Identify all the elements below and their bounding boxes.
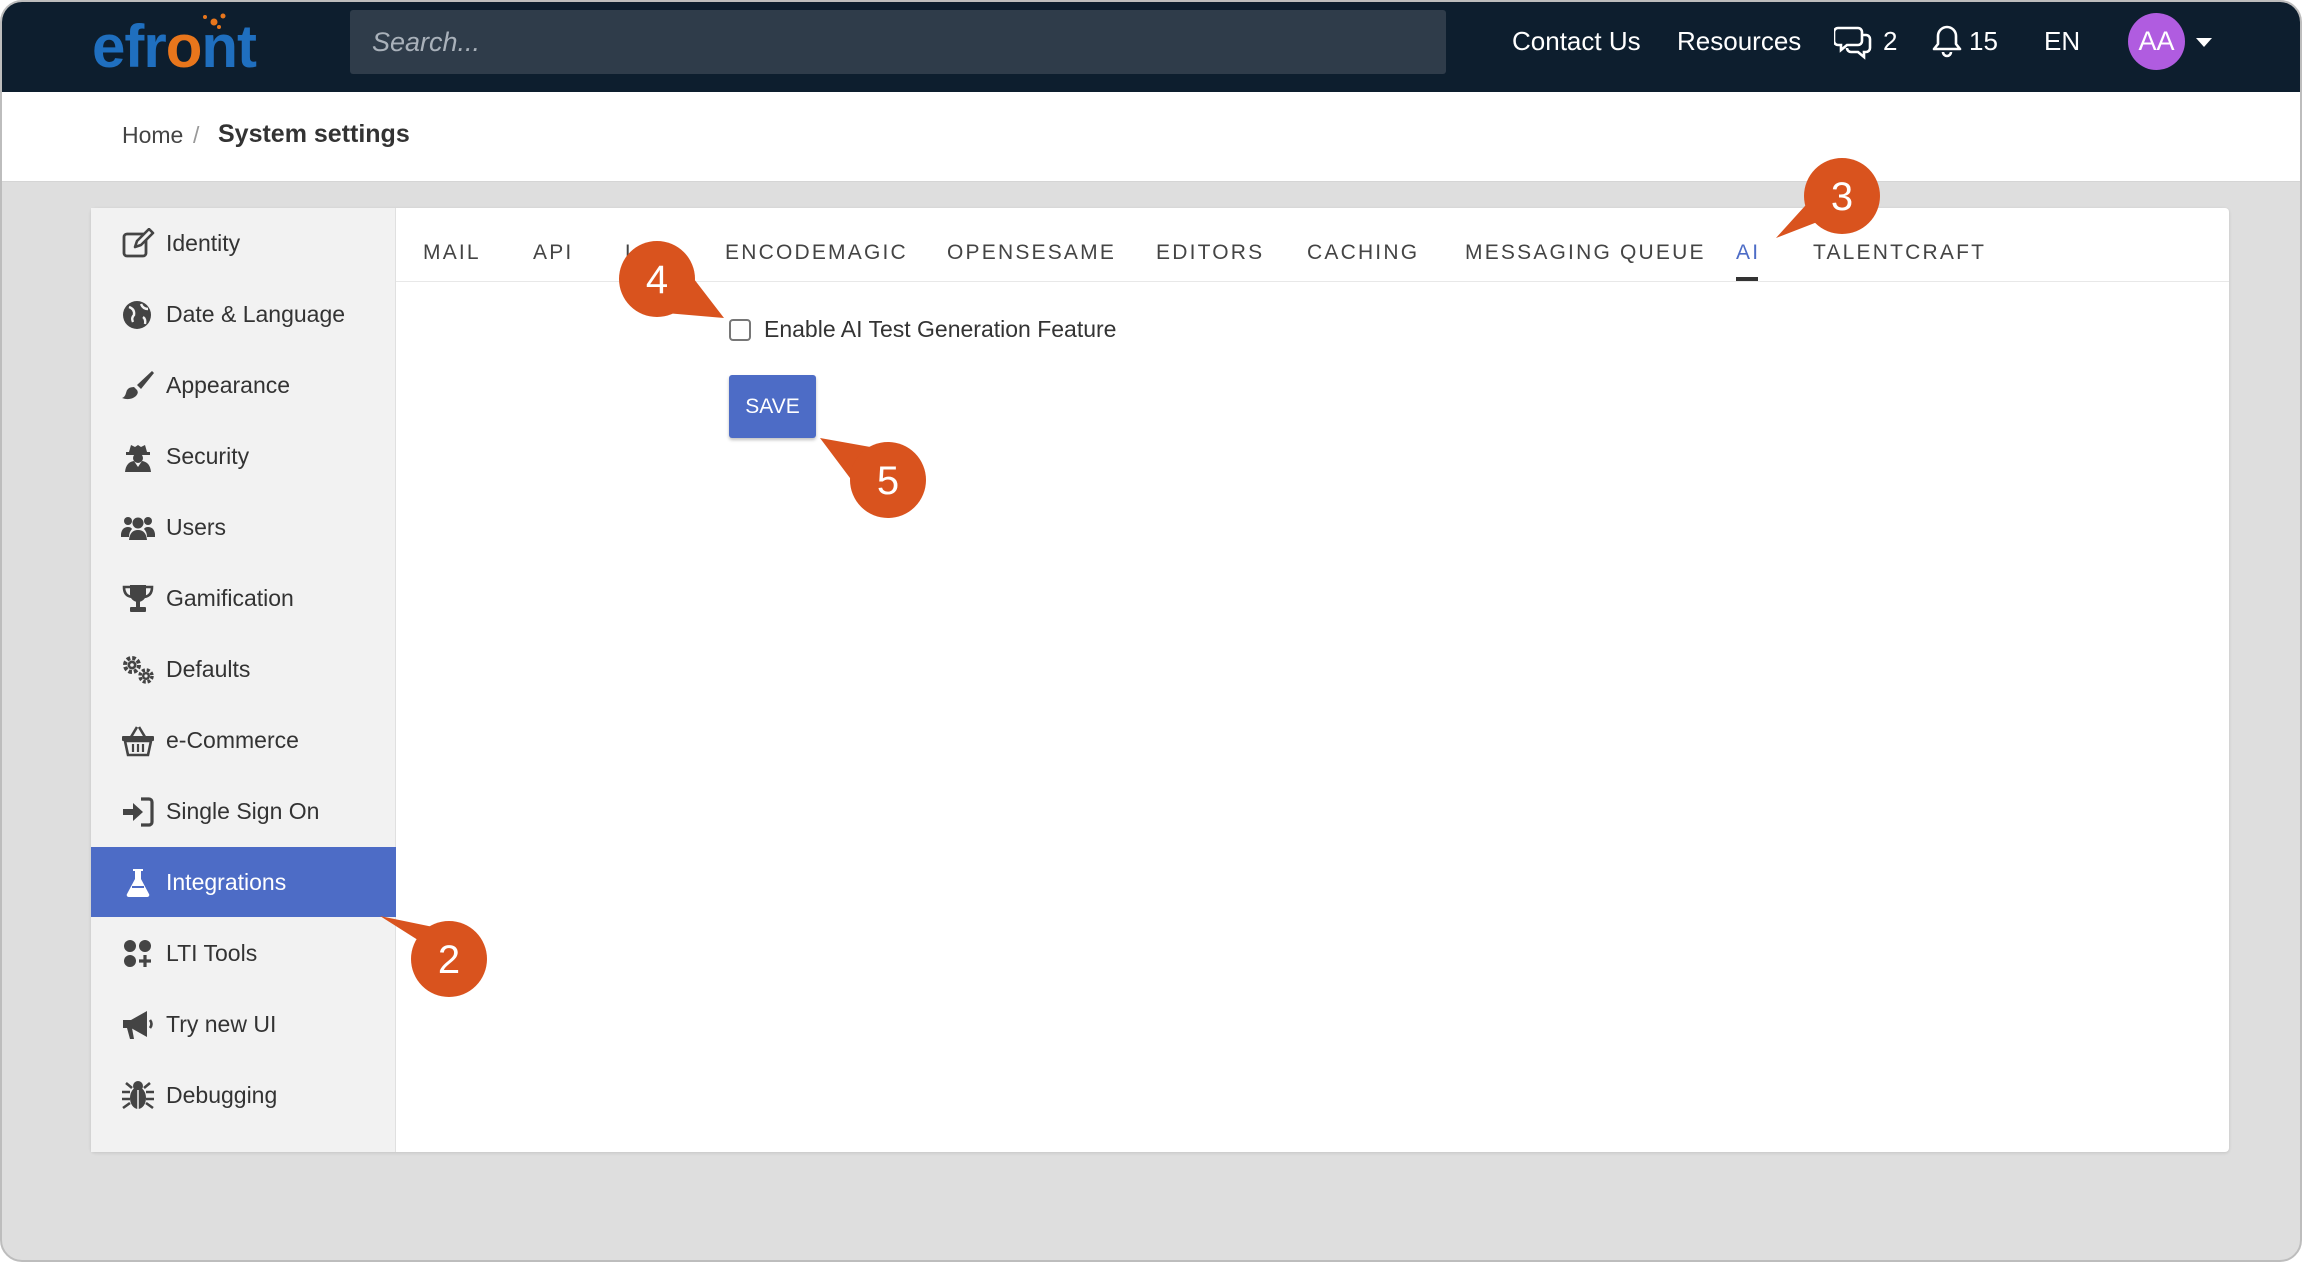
- enable-ai-test-generation-label[interactable]: Enable AI Test Generation Feature: [764, 316, 1116, 343]
- user-secret-icon: [125, 445, 151, 472]
- notifications-count: 15: [1969, 26, 1998, 56]
- sidebar-item-date-language[interactable]: Date & Language: [91, 279, 396, 349]
- tab-ai[interactable]: AI: [1736, 241, 1760, 265]
- callout-3-number: 3: [1831, 175, 1853, 219]
- edit-icon: [122, 228, 155, 258]
- tab-caching[interactable]: CACHING: [1307, 241, 1419, 265]
- sidebar-item-appearance[interactable]: Appearance: [91, 350, 396, 420]
- sidebar-item-label: e-Commerce: [166, 727, 299, 753]
- settings-card: [91, 208, 2229, 1152]
- sidebar-item-label: Users: [166, 514, 227, 540]
- brush-icon: [122, 371, 154, 400]
- sidebar-item-label: Identity: [166, 230, 241, 256]
- callout-2: 2: [380, 916, 487, 997]
- tab-opensesame[interactable]: OPENSESAME: [947, 241, 1116, 265]
- efront-logo[interactable]: efront: [92, 10, 302, 80]
- bell-icon[interactable]: [1928, 22, 1966, 60]
- breadcrumb: Home / System settings: [2, 92, 2300, 182]
- tab-api[interactable]: API: [533, 241, 573, 265]
- callout-3: 3: [1776, 158, 1880, 238]
- sidebar-item-security[interactable]: Security: [91, 421, 396, 491]
- settings-sidebar: Identity Date & Language Appearance Secu…: [91, 208, 396, 1152]
- callout-2-number: 2: [438, 938, 460, 982]
- sidebar-item-label: Date & Language: [166, 301, 346, 327]
- search-input[interactable]: [350, 10, 1446, 74]
- trophy-icon: [122, 585, 154, 612]
- sidebar-item-label: Integrations: [166, 869, 287, 895]
- enable-ai-test-generation-checkbox[interactable]: [729, 319, 751, 341]
- sidebar-item-label: Debugging: [166, 1082, 278, 1108]
- tab-encodemagic[interactable]: ENCODEMAGIC: [725, 241, 908, 265]
- sidebar-item-ecommerce[interactable]: e-Commerce: [91, 705, 396, 775]
- sign-in-icon: [123, 797, 154, 827]
- grid-plus-icon: [124, 940, 151, 967]
- sidebar-item-label: Single Sign On: [166, 798, 320, 824]
- sidebar-item-label: Appearance: [166, 372, 291, 398]
- callout-5-number: 5: [877, 459, 899, 503]
- megaphone-icon: [123, 1011, 153, 1039]
- globe-icon: [123, 301, 151, 329]
- callout-4: 4: [619, 241, 724, 318]
- contact-us-link[interactable]: Contact Us: [1512, 26, 1641, 57]
- resources-link[interactable]: Resources: [1677, 26, 1801, 57]
- breadcrumb-separator: /: [193, 122, 200, 148]
- messages-icon[interactable]: [1834, 22, 1872, 60]
- messages-count: 2: [1883, 26, 1898, 56]
- page-title: System settings: [218, 120, 410, 148]
- breadcrumb-home-link[interactable]: Home: [122, 122, 183, 149]
- sidebar-item-lti-tools[interactable]: LTI Tools: [91, 918, 396, 988]
- flask-icon: [126, 869, 150, 898]
- tab-mail[interactable]: MAIL: [423, 241, 481, 265]
- basket-icon: [122, 726, 154, 757]
- sidebar-item-label: Security: [166, 443, 250, 469]
- avatar[interactable]: AA: [2128, 13, 2185, 70]
- sidebar-item-label: LTI Tools: [166, 940, 258, 966]
- app-window: efront Contact Us Resources 2 15 EN AA H…: [0, 0, 2302, 1262]
- tab-messaging-queue[interactable]: MESSAGING QUEUE: [1465, 241, 1706, 265]
- tab-talentcraft[interactable]: TALENTCRAFT: [1813, 241, 1986, 265]
- chevron-down-icon[interactable]: [2196, 38, 2212, 47]
- callout-5: 5: [820, 438, 926, 518]
- sidebar-item-integrations[interactable]: Integrations: [91, 847, 396, 917]
- sidebar-item-users[interactable]: Users: [91, 492, 396, 562]
- tab-editors[interactable]: EDITORS: [1156, 241, 1264, 265]
- sidebar-item-single-sign-on[interactable]: Single Sign On: [91, 776, 396, 846]
- sidebar-item-try-new-ui[interactable]: Try new UI: [91, 989, 396, 1059]
- sidebar-item-identity[interactable]: Identity: [91, 208, 396, 278]
- sidebar-item-label: Gamification: [166, 585, 294, 611]
- language-selector[interactable]: EN: [2044, 26, 2080, 57]
- sidebar-item-defaults[interactable]: Defaults: [91, 634, 396, 704]
- callout-4-number: 4: [646, 258, 668, 302]
- gears-icon: [123, 656, 154, 684]
- search-box[interactable]: [350, 10, 1446, 74]
- sidebar-item-label: Try new UI: [166, 1011, 277, 1037]
- save-button[interactable]: SAVE: [729, 375, 816, 438]
- sidebar-item-label: Defaults: [166, 656, 251, 682]
- users-icon: [121, 517, 155, 540]
- sidebar-item-gamification[interactable]: Gamification: [91, 563, 396, 633]
- active-tab-indicator: [1736, 277, 1758, 281]
- svg-text:efront: efront: [92, 13, 257, 80]
- top-navbar: efront Contact Us Resources 2 15 EN AA: [2, 2, 2300, 92]
- bug-icon: [122, 1081, 154, 1110]
- sidebar-item-debugging[interactable]: Debugging: [91, 1060, 396, 1130]
